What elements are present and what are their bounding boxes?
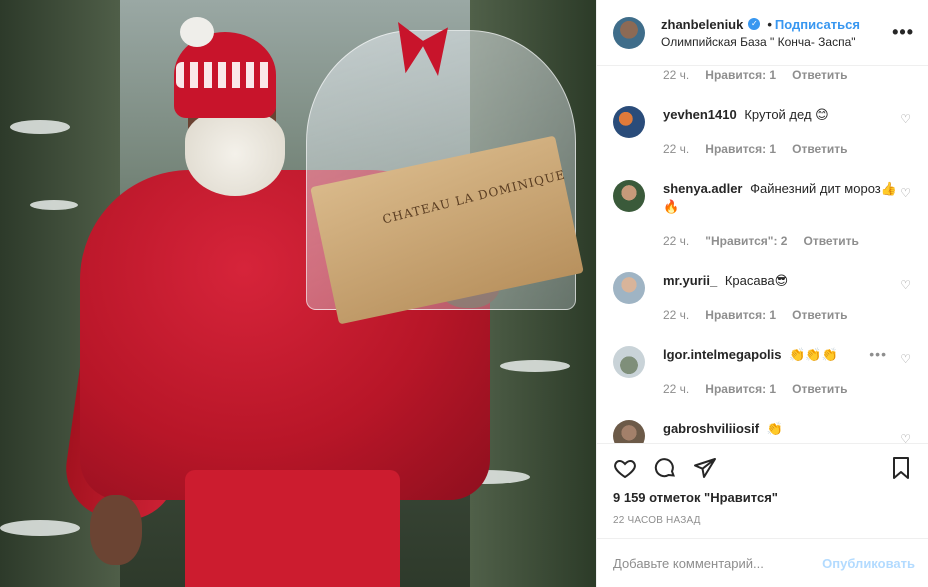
more-icon[interactable]: ••• — [892, 22, 914, 43]
reply-button[interactable]: Ответить — [792, 68, 847, 82]
commenter-avatar[interactable] — [613, 346, 645, 378]
author-avatar[interactable] — [613, 16, 645, 49]
reply-button[interactable]: Ответить — [803, 234, 858, 248]
instagram-post: CHATEAU LA DOMINIQUE zhanbeleniuk ✓ • По… — [0, 0, 928, 587]
commenter-username[interactable]: yevhen1410 — [663, 107, 737, 122]
like-comment-icon[interactable]: ♡ — [900, 186, 911, 200]
comment-input[interactable] — [613, 556, 823, 571]
post-timestamp[interactable]: 22 ЧАСОВ НАЗАД — [597, 515, 928, 526]
comment-text: 👏 — [766, 421, 783, 436]
comment-item: shenya.adler Файнезний дит мороз👍🔥 ♡ — [613, 180, 913, 216]
hat-pompom — [180, 17, 214, 47]
author-username[interactable]: zhanbeleniuk — [661, 17, 743, 32]
commenter-avatar[interactable] — [613, 106, 645, 138]
location-link[interactable]: Олимпийская База " Конча- Заспа" — [661, 35, 892, 49]
comment-icon[interactable] — [653, 456, 677, 480]
share-icon[interactable] — [693, 456, 717, 480]
comments-list[interactable]: 22 ч. Нравится: 1 Ответить yevhen1410 Кр… — [597, 66, 928, 443]
santa-beard — [185, 112, 285, 196]
add-comment-bar: Опубликовать — [597, 538, 928, 587]
commenter-username[interactable]: gabroshviliiosif — [663, 421, 759, 436]
comment-likes[interactable]: Нравится: 1 — [705, 142, 776, 156]
post-header: zhanbeleniuk ✓ • Подписаться Олимпийская… — [597, 0, 928, 66]
snow-patch — [10, 120, 70, 134]
comment-meta: 22 ч. Нравится: 1 Ответить — [663, 382, 864, 396]
reply-button[interactable]: Ответить — [792, 142, 847, 156]
commenter-avatar[interactable] — [613, 180, 645, 212]
commenter-avatar[interactable] — [613, 272, 645, 304]
commenter-avatar[interactable] — [613, 420, 645, 443]
heart-icon[interactable] — [613, 456, 637, 480]
left-hand — [90, 495, 142, 565]
comment-time: 22 ч. — [663, 308, 690, 322]
snow-patch — [30, 200, 78, 210]
comment-time: 22 ч. — [663, 68, 690, 82]
comment-meta: 22 ч. Нравится: 1 Ответить — [663, 68, 864, 82]
comment-meta: 22 ч. "Нравится": 2 Ответить — [663, 234, 875, 248]
comment-options-icon[interactable]: ••• — [869, 346, 887, 362]
comment-likes[interactable]: Нравится: 1 — [705, 308, 776, 322]
comment-time: 22 ч. — [663, 234, 690, 248]
like-comment-icon[interactable]: ♡ — [900, 112, 911, 126]
reply-button[interactable]: Ответить — [792, 382, 847, 396]
bookmark-icon[interactable] — [889, 456, 913, 480]
like-comment-icon[interactable]: ♡ — [900, 352, 911, 366]
comment-item: gabroshviliiosif 👏 ♡ — [613, 420, 913, 443]
post-actions: 9 159 отметок "Нравится" 22 ЧАСОВ НАЗАД … — [597, 443, 928, 587]
comment-likes[interactable]: "Нравится": 2 — [705, 234, 787, 248]
snow-patch — [0, 520, 80, 536]
publish-button[interactable]: Опубликовать — [822, 556, 915, 571]
comment-item: yevhen1410 Крутой дед 😊 ♡ — [613, 106, 913, 138]
like-comment-icon[interactable]: ♡ — [900, 278, 911, 292]
commenter-username[interactable]: shenya.adler — [663, 181, 743, 196]
comment-text: Крутой дед 😊 — [744, 107, 829, 122]
comment-meta: 22 ч. Нравится: 1 Ответить — [663, 308, 864, 322]
comment-time: 22 ч. — [663, 382, 690, 396]
commenter-username[interactable]: lgor.intelmegapolis — [663, 347, 781, 362]
follow-button[interactable]: Подписаться — [775, 17, 860, 32]
likes-count[interactable]: 9 159 отметок "Нравится" — [597, 490, 928, 505]
post-photo[interactable]: CHATEAU LA DOMINIQUE — [0, 0, 596, 587]
comment-text: 👏👏👏 — [789, 347, 838, 362]
hat-pattern — [176, 62, 274, 88]
red-pants — [185, 470, 400, 587]
comment-time: 22 ч. — [663, 142, 690, 156]
post-sidebar: zhanbeleniuk ✓ • Подписаться Олимпийская… — [596, 0, 928, 587]
comment-likes[interactable]: Нравится: 1 — [705, 382, 776, 396]
separator-dot: • — [767, 16, 772, 32]
snow-patch — [500, 360, 570, 372]
comment-item: lgor.intelmegapolis 👏👏👏 ••• ♡ — [613, 346, 913, 378]
comment-likes[interactable]: Нравится: 1 — [705, 68, 776, 82]
comment-meta: 22 ч. Нравится: 1 Ответить — [663, 142, 864, 156]
comment-item: mr.yurii_ Красава😎 ♡ — [613, 272, 913, 304]
commenter-username[interactable]: mr.yurii_ — [663, 273, 717, 288]
reply-button[interactable]: Ответить — [792, 308, 847, 322]
verified-icon: ✓ — [748, 18, 761, 30]
like-comment-icon[interactable]: ♡ — [900, 432, 911, 443]
comment-text: Красава😎 — [724, 273, 789, 288]
